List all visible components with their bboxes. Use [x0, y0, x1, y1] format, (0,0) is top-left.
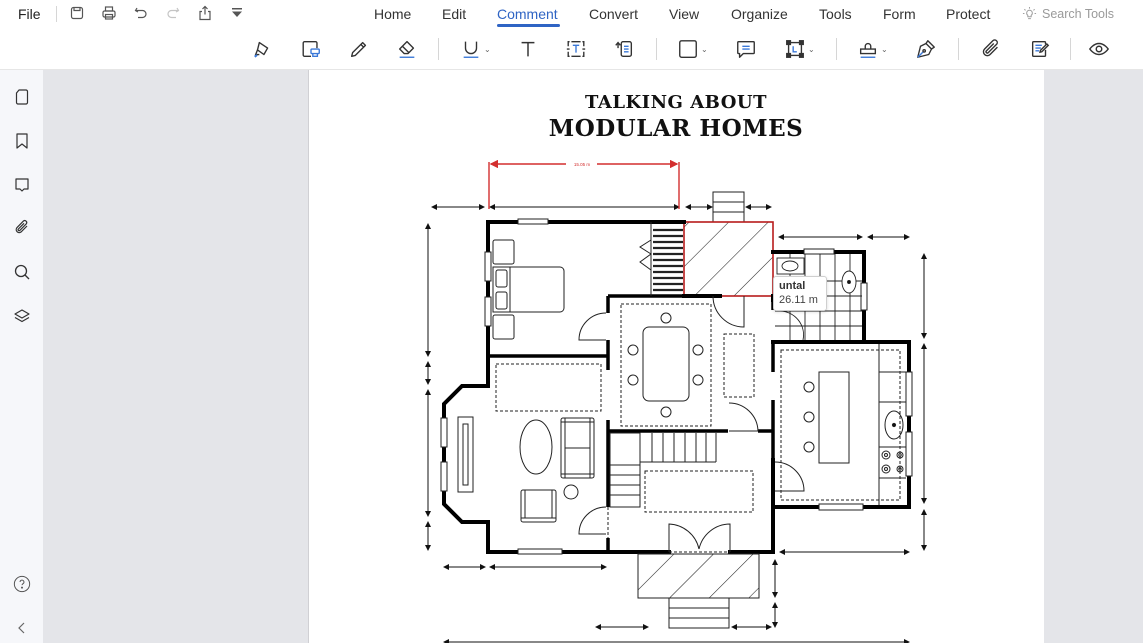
callout-tool[interactable] [613, 36, 635, 62]
attachment-tool[interactable] [980, 36, 1002, 62]
print-icon[interactable] [100, 4, 118, 22]
sidebar-item-layers[interactable] [12, 306, 32, 326]
tab-convert[interactable]: Convert [589, 6, 638, 22]
chimney [712, 191, 745, 223]
comment-toolbar: ⌄ ⌄ ⌄ ⌄ [0, 30, 1143, 70]
eraser-tool[interactable] [396, 36, 418, 62]
tab-comment[interactable]: Comment [497, 6, 558, 22]
underline-tool[interactable]: ⌄ [460, 36, 491, 62]
text-box-tool[interactable] [565, 36, 587, 62]
edit-document-icon [1031, 40, 1050, 58]
tab-view[interactable]: View [669, 6, 699, 22]
toolbar-divider [836, 38, 837, 60]
chevron-down-icon: ⌄ [881, 44, 888, 54]
tab-home[interactable]: Home [374, 6, 411, 22]
comment-icon [15, 178, 29, 192]
help-button[interactable] [12, 574, 32, 594]
text-icon [521, 41, 535, 57]
measurement-label: 15.05 m [574, 162, 591, 167]
tab-edit[interactable]: Edit [442, 6, 466, 22]
typewriter-tool[interactable] [517, 36, 539, 62]
document-title-line2: MODULAR HOMES [548, 115, 804, 142]
highlighter-icon [254, 41, 269, 58]
save-icon[interactable] [68, 4, 86, 22]
active-tab-indicator [497, 24, 560, 27]
menu-bar: File Home Edit Comment Convert View Orga… [0, 0, 1143, 30]
text-box-icon [566, 40, 586, 58]
file-menu[interactable]: File [18, 6, 41, 22]
toolbar-divider [958, 38, 959, 60]
stamp-tool[interactable]: ⌄ [857, 36, 888, 62]
chevron-down-icon: ⌄ [701, 44, 708, 54]
layers-icon [14, 309, 30, 323]
pencil-tool[interactable] [348, 36, 370, 62]
divider [56, 6, 57, 22]
paperclip-icon [982, 39, 998, 57]
show-hide-comments-tool[interactable] [1088, 36, 1110, 62]
tooltip-value: 26.11 m [779, 294, 818, 306]
sidebar-item-search[interactable] [12, 262, 32, 282]
eraser-icon [398, 40, 415, 58]
undo-icon[interactable] [132, 4, 150, 22]
signature-tool[interactable] [915, 36, 937, 62]
lightbulb-icon [1022, 6, 1037, 20]
eye-icon [1088, 42, 1110, 56]
highlight-tool[interactable] [252, 36, 274, 62]
tab-protect[interactable]: Protect [946, 6, 990, 22]
toolbar-divider [656, 38, 657, 60]
chevron-down-icon: ⌄ [808, 44, 815, 54]
tab-tools[interactable]: Tools [819, 6, 852, 22]
shape-tool[interactable]: ⌄ [677, 36, 708, 62]
document-title-line1: TALKING ABOUT [585, 92, 767, 113]
rectangle-icon [679, 40, 697, 58]
comment-list-tool[interactable] [1029, 36, 1051, 62]
share-icon[interactable] [196, 4, 214, 22]
note-tool[interactable] [735, 36, 757, 62]
redo-icon[interactable] [164, 4, 182, 22]
chevron-left-icon [18, 622, 25, 634]
chevron-down-icon: ⌄ [484, 44, 491, 54]
pencil-icon [350, 41, 367, 58]
paperclip-icon [15, 220, 28, 234]
tab-form[interactable]: Form [883, 6, 916, 22]
measure-tool[interactable]: ⌄ [784, 36, 815, 62]
measure-icon [786, 40, 804, 58]
area-highlight-tool[interactable] [300, 36, 322, 62]
search-tools-label: Search Tools [1042, 6, 1115, 21]
sidebar-item-attachments[interactable] [12, 218, 32, 238]
area-highlight-icon [302, 40, 320, 58]
callout-icon [615, 40, 633, 58]
toolbar-divider [438, 38, 439, 60]
underline-icon [463, 41, 479, 58]
customize-quick-access-icon[interactable] [228, 4, 246, 22]
search-icon [14, 264, 30, 280]
tooltip-title: untal [779, 280, 806, 292]
measurement-tooltip: untal 26.11 m [773, 276, 827, 311]
note-icon [737, 40, 755, 58]
left-sidebar [0, 70, 44, 643]
stamp-icon [859, 42, 877, 58]
help-icon [13, 575, 31, 593]
collapse-sidebar-button[interactable] [12, 618, 32, 638]
pen-nib-icon [917, 40, 935, 58]
selected-area-annotation[interactable] [683, 221, 774, 297]
toolbar-divider [1070, 38, 1071, 60]
sidebar-item-comments[interactable] [12, 175, 32, 195]
tab-organize[interactable]: Organize [731, 6, 788, 22]
search-tools[interactable]: Search Tools [1022, 6, 1114, 21]
